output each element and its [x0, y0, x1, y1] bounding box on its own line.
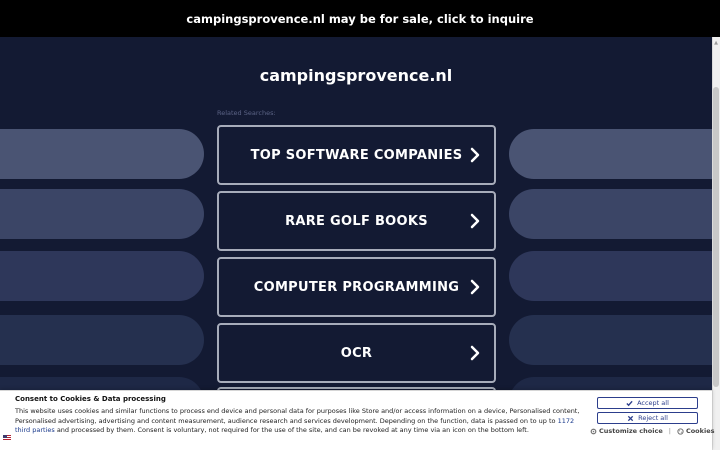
customize-choice-link[interactable]: Customize choice — [590, 427, 663, 435]
check-icon — [626, 400, 633, 406]
link-separator: | — [668, 427, 671, 435]
search-link-label: COMPUTER PROGRAMMING — [253, 279, 460, 295]
for-sale-text[interactable]: campingsprovence.nl may be for sale, cli… — [186, 12, 533, 26]
reject-all-button[interactable]: Reject all — [597, 412, 698, 424]
customize-choice-label: Customize choice — [599, 427, 663, 435]
search-link-ocr[interactable]: OCR — [217, 323, 496, 383]
accept-all-button[interactable]: Accept all — [597, 397, 698, 409]
decorative-shape — [0, 251, 204, 301]
search-link-label: RARE GOLF BOOKS — [285, 213, 428, 229]
decorative-shape — [0, 315, 204, 365]
search-link-rare-golf-books[interactable]: RARE GOLF BOOKS — [217, 191, 496, 251]
chevron-right-icon — [470, 213, 480, 229]
close-icon — [627, 415, 634, 421]
cookie-secondary-links: Customize choice | Cookies — [590, 427, 714, 435]
scrollbar-thumb[interactable] — [713, 87, 719, 387]
chevron-right-icon — [470, 147, 480, 163]
search-link-top-software-companies[interactable]: TOP SOFTWARE COMPANIES — [217, 125, 496, 185]
cookie-text-part: This website uses cookies and similar fu… — [15, 407, 580, 425]
decorative-shape — [509, 251, 712, 301]
chevron-right-icon — [470, 345, 480, 361]
page-scrollbar[interactable]: ▲ — [712, 37, 720, 450]
reject-all-label: Reject all — [638, 414, 668, 422]
cookie-icon — [677, 427, 684, 435]
cookies-label: Cookies — [685, 427, 715, 435]
cookie-title: Consent to Cookies & Data processing — [15, 395, 166, 403]
accept-all-label: Accept all — [637, 399, 669, 407]
search-link-computer-programming[interactable]: COMPUTER PROGRAMMING — [217, 257, 496, 317]
cookies-link[interactable]: Cookies — [677, 427, 715, 435]
search-link-label: TOP SOFTWARE COMPANIES — [250, 147, 463, 163]
decorative-shape — [0, 129, 204, 179]
decorative-shape — [509, 189, 712, 239]
chevron-right-icon — [470, 279, 480, 295]
decorative-shape — [509, 129, 712, 179]
decorative-shape — [509, 315, 712, 365]
gear-icon — [590, 428, 597, 434]
flag-icon[interactable] — [3, 435, 11, 441]
cookie-text-part: and processed by them. Consent is volunt… — [54, 426, 529, 434]
domain-title: campingsprovence.nl — [259, 66, 453, 85]
cookie-description: This website uses cookies and similar fu… — [15, 407, 585, 436]
for-sale-banner[interactable]: campingsprovence.nl may be for sale, cli… — [0, 0, 720, 37]
decorative-shape — [0, 189, 204, 239]
scroll-up-icon[interactable]: ▲ — [713, 39, 719, 47]
search-link-label: OCR — [340, 345, 373, 361]
related-searches-label: Related Searches: — [217, 109, 276, 117]
